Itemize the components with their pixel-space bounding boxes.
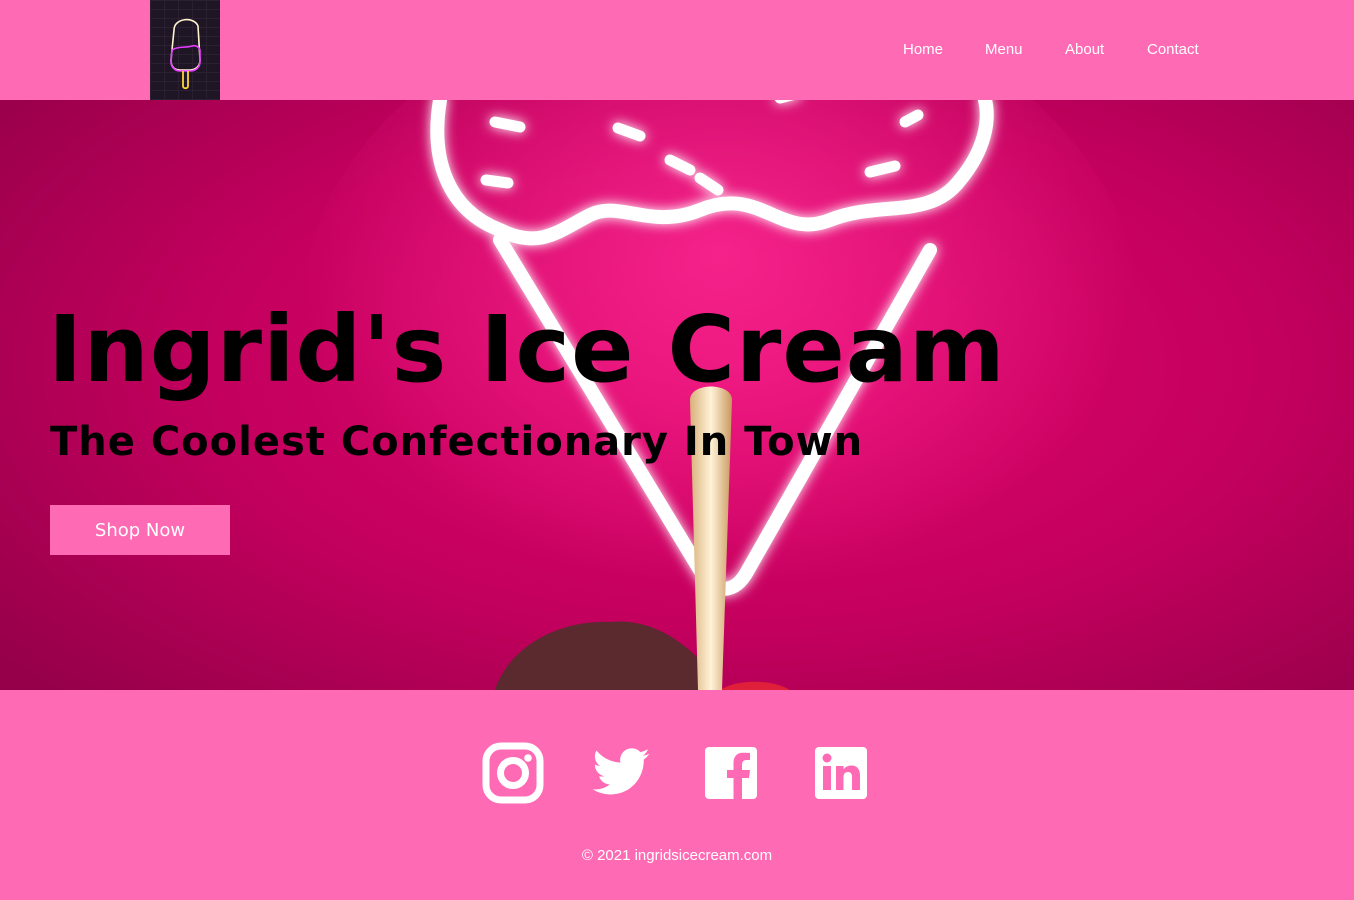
site-header: Home Menu About Contact (0, 0, 1354, 100)
facebook-icon[interactable] (702, 742, 764, 804)
nav-home[interactable]: Home (903, 40, 943, 60)
instagram-icon[interactable] (482, 742, 544, 804)
nav-menu[interactable]: Menu (985, 40, 1023, 60)
linkedin-icon[interactable] (812, 742, 874, 804)
twitter-icon[interactable] (590, 742, 652, 804)
popsicle-icon (170, 18, 201, 90)
hero-section: Ingrid's Ice Cream The Coolest Confectio… (0, 100, 1354, 690)
hero-title: Ingrid's Ice Cream (48, 296, 1006, 403)
hero-subtitle: The Coolest Confectionary In Town (50, 419, 864, 465)
copyright-text: © 2021 ingridsicecream.com (581, 847, 773, 864)
shop-now-button[interactable]: Shop Now (50, 505, 230, 555)
social-links (480, 742, 880, 806)
site-footer: © 2021 ingridsicecream.com (0, 690, 1354, 900)
logo[interactable] (150, 0, 220, 100)
nav-contact[interactable]: Contact (1147, 40, 1199, 60)
nav-about[interactable]: About (1065, 40, 1104, 60)
